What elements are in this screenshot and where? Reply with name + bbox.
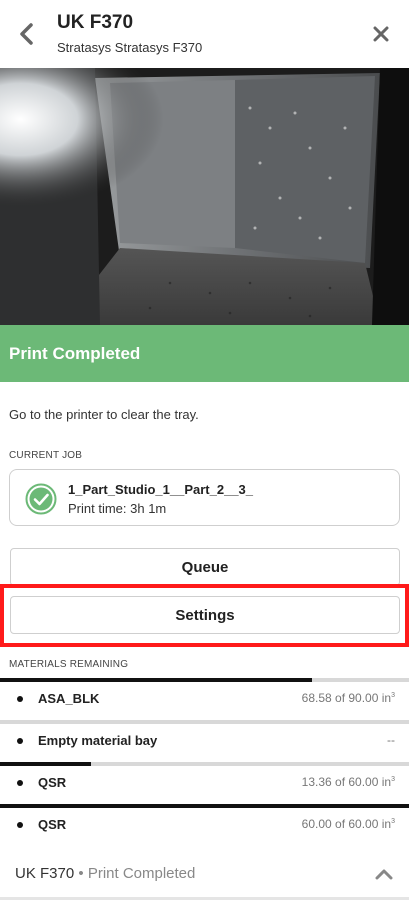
- page-title: UK F370: [57, 12, 134, 33]
- material-name: QSR: [38, 775, 67, 790]
- footer-separator: •: [78, 865, 84, 882]
- header: UK F370 Stratasys Stratasys F370: [0, 0, 409, 68]
- job-name: 1_Part_Studio_1__Part_2__3_: [68, 482, 254, 497]
- material-progress-fill: [0, 762, 92, 766]
- instruction-text: Go to the printer to clear the tray.: [9, 407, 199, 422]
- camera-feed: [0, 68, 409, 325]
- material-amount: 68.58 of 90.00 in3: [301, 691, 395, 705]
- material-progress-track: [0, 804, 409, 808]
- current-job-card: 1_Part_Studio_1__Part_2__3_ Print time: …: [9, 469, 400, 526]
- material-progress-fill: [0, 678, 312, 682]
- check-circle-icon: [25, 483, 57, 515]
- chevron-up-icon: [375, 869, 393, 880]
- bullet-icon: [17, 738, 23, 744]
- material-progress-track: [0, 720, 409, 724]
- settings-button[interactable]: Settings: [10, 596, 400, 634]
- material-name: ASA_BLK: [38, 691, 100, 706]
- material-row: QSR 60.00 of 60.00 in3: [0, 804, 409, 844]
- bullet-icon: [17, 822, 23, 828]
- status-banner: Print Completed: [0, 325, 409, 382]
- queue-button[interactable]: Queue: [10, 548, 400, 586]
- materials-remaining-label: MATERIALS REMAINING: [9, 659, 129, 670]
- job-print-time: Print time: 3h 1m: [68, 501, 167, 516]
- material-row: ASA_BLK 68.58 of 90.00 in3: [0, 678, 409, 718]
- material-progress-track: [0, 762, 409, 766]
- close-icon: [373, 26, 389, 42]
- material-progress-track: [0, 678, 409, 682]
- material-row: Empty material bay --: [0, 720, 409, 760]
- expand-toggle-button[interactable]: [373, 865, 395, 883]
- back-button[interactable]: [14, 20, 40, 48]
- bullet-icon: [17, 696, 23, 702]
- footer-bar[interactable]: UK F370 • Print Completed: [0, 848, 409, 900]
- close-button[interactable]: [369, 22, 393, 46]
- material-amount: 60.00 of 60.00 in3: [301, 817, 395, 831]
- footer-printer-name: UK F370: [15, 865, 75, 882]
- footer-status: UK F370 • Print Completed: [15, 865, 195, 882]
- material-row: QSR 13.36 of 60.00 in3: [0, 762, 409, 802]
- material-amount: 13.36 of 60.00 in3: [301, 775, 395, 789]
- material-progress-fill: [0, 804, 409, 808]
- current-job-label: CURRENT JOB: [9, 450, 83, 461]
- printer-model: Stratasys Stratasys F370: [57, 40, 203, 55]
- chevron-left-icon: [20, 23, 33, 45]
- material-name: Empty material bay: [38, 733, 158, 748]
- material-amount: --: [387, 733, 395, 747]
- bullet-icon: [17, 780, 23, 786]
- material-name: QSR: [38, 817, 67, 832]
- footer-status-text: Print Completed: [87, 865, 196, 882]
- status-label: Print Completed: [9, 343, 141, 363]
